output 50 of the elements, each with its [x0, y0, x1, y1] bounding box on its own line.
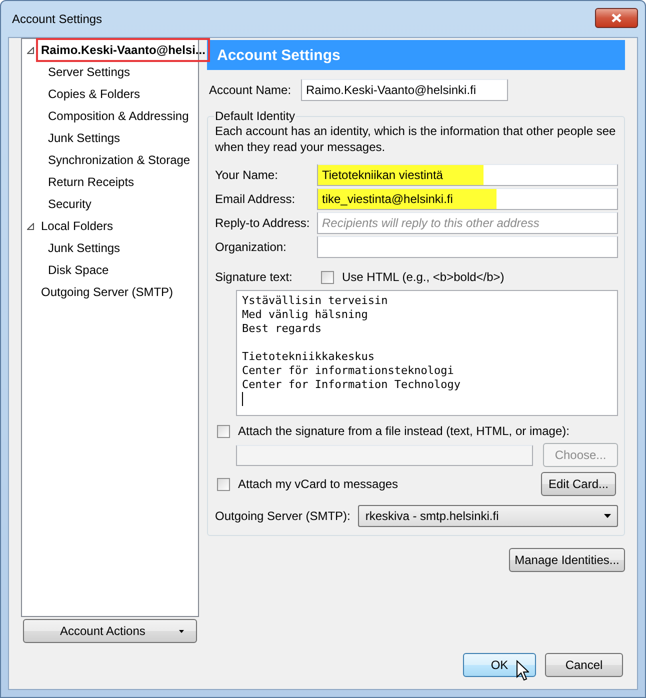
- close-button[interactable]: [595, 8, 638, 28]
- mouse-pointer-icon: [516, 660, 529, 681]
- checkbox[interactable]: [217, 478, 230, 490]
- tree-item[interactable]: Security: [43, 192, 96, 216]
- panel-header: Account Settings: [207, 40, 625, 70]
- field-label: Reply-to Address:: [215, 216, 311, 230]
- checkbox[interactable]: [321, 270, 334, 284]
- tree-item[interactable]: Copies & Folders: [43, 82, 146, 106]
- description-text: Each account has an identity, which is the information that other people see when they read your messages.: [215, 123, 617, 155]
- dropdown-arrow-icon: [179, 630, 184, 632]
- close-icon: [611, 13, 622, 23]
- expander-icon[interactable]: [27, 46, 34, 54]
- field-label: Account Name:: [209, 83, 292, 97]
- tree-item[interactable]: Outgoing Server (SMTP): [36, 280, 178, 304]
- checkbox-label: Attach my vCard to messages: [238, 477, 398, 491]
- tree-item[interactable]: Disk Space: [43, 258, 114, 282]
- checkbox-label: Use HTML (e.g., <b>bold</b>): [342, 270, 504, 284]
- tree-item[interactable]: Synchronization & Storage: [43, 148, 196, 172]
- tree-item[interactable]: Composition & Addressing: [43, 104, 194, 128]
- group-legend: Default Identity: [214, 109, 296, 123]
- signature-textarea[interactable]: Ystävällisin terveisin Med vänlig hälsning Best regards Tietotekniikkakeskus Center för informationsteknologi Center for Information Technology: [236, 290, 618, 416]
- smtp-dropdown[interactable]: rkeskiva - smtp.helsinki.fi: [358, 505, 618, 527]
- field-label: Outgoing Server (SMTP):: [215, 509, 350, 523]
- text-field[interactable]: Tietotekniikan viestintä: [317, 164, 618, 186]
- text-field[interactable]: [317, 236, 618, 258]
- text-cursor: [242, 392, 243, 406]
- dropdown-value: rkeskiva - smtp.helsinki.fi: [365, 509, 499, 523]
- tree-item[interactable]: Return Receipts: [43, 170, 140, 194]
- checkbox[interactable]: [217, 424, 230, 438]
- account-name-field[interactable]: Raimo.Keski-Vaanto@helsinki.fi: [301, 79, 508, 101]
- field-label: Your Name:: [215, 168, 279, 182]
- edit-card-button[interactable]: Edit Card...: [541, 472, 616, 496]
- text-field[interactable]: Recipients will reply to this other address: [317, 212, 618, 234]
- expander-icon[interactable]: [27, 222, 34, 230]
- tree-item[interactable]: Junk Settings: [43, 126, 126, 150]
- signature-text: Ystävällisin terveisin Med vänlig hälsning Best regards Tietotekniikkakeskus Center för informationsteknologi Center for Information Technology: [242, 294, 462, 392]
- text-field[interactable]: tike_viestinta@helsinki.fi: [317, 188, 618, 210]
- field-label: Email Address:: [215, 192, 296, 206]
- dialog-button[interactable]: Cancel: [545, 653, 623, 677]
- tree-item[interactable]: Raimo.Keski-Vaanto@helsi...: [36, 38, 210, 62]
- manage-identities-button[interactable]: Manage Identities...: [509, 548, 625, 572]
- account-actions-button[interactable]: Account Actions: [23, 619, 197, 643]
- checkbox-label: Attach the signature from a file instead (text, HTML, or image):: [238, 424, 570, 438]
- field-label: Organization:: [215, 240, 288, 254]
- tree-item[interactable]: Junk Settings: [43, 236, 126, 260]
- dropdown-arrow-icon: [604, 514, 611, 518]
- tree-item[interactable]: Local Folders: [36, 214, 118, 238]
- field-label: Signature text:: [215, 270, 294, 284]
- tree-item[interactable]: Server Settings: [43, 60, 136, 84]
- window-title: Account Settings: [12, 12, 102, 26]
